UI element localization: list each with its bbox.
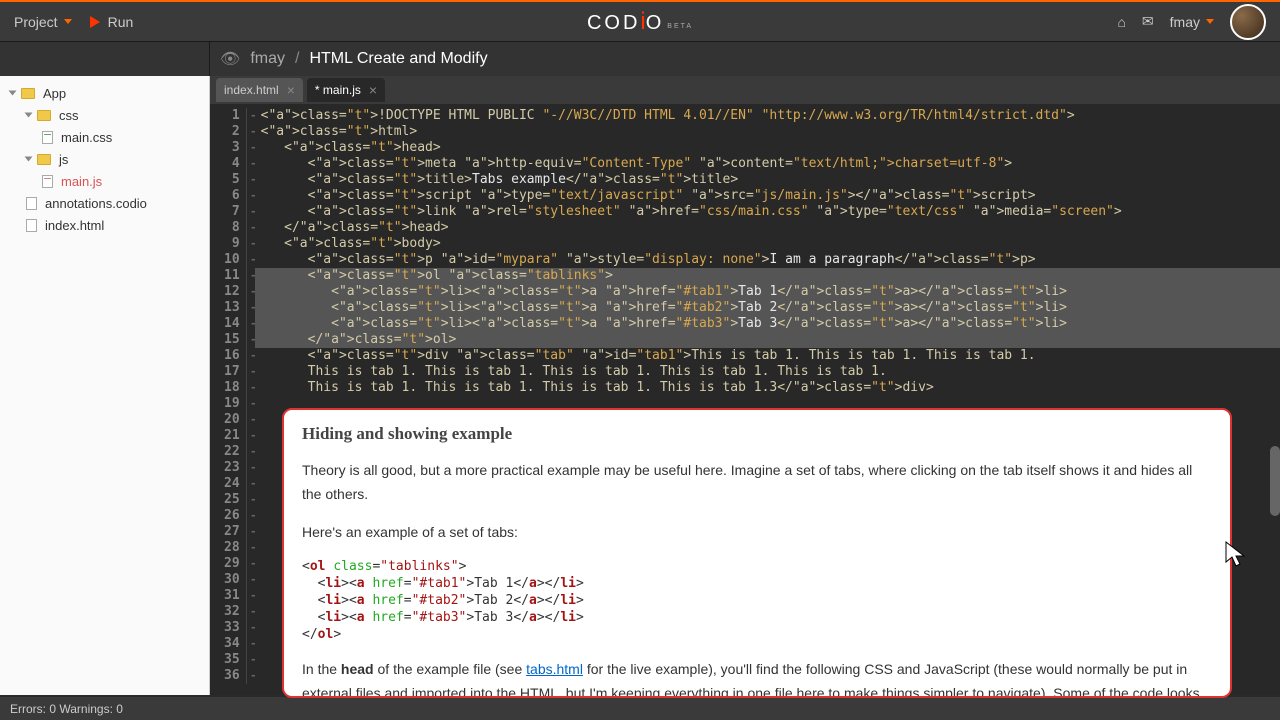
status-text: Errors: 0 Warnings: 0: [10, 702, 123, 716]
tree-folder-css[interactable]: css: [0, 104, 209, 126]
scrollbar[interactable]: [1268, 76, 1280, 695]
page-title: HTML Create and Modify: [309, 50, 487, 68]
file-tree: App css main.css js main.js annotations.…: [0, 76, 210, 695]
statusbar: Errors: 0 Warnings: 0: [0, 697, 1280, 720]
breadcrumb: 👁 fmay / HTML Create and Modify: [210, 49, 488, 69]
tree-folder-js[interactable]: js: [0, 148, 209, 170]
project-dropdown[interactable]: Project: [14, 14, 72, 30]
toolbar: 👁 fmay / HTML Create and Modify: [0, 42, 1280, 76]
tooltip-code: <ol class="tablinks"> <li><a href="#tab1…: [302, 558, 1212, 643]
tooltip-p3: In the head of the example file (see tab…: [302, 657, 1212, 698]
tab-mainjs[interactable]: * main.js×: [307, 78, 385, 102]
tooltip-p1: Theory is all good, but a more practical…: [302, 458, 1212, 506]
tabs-link[interactable]: tabs.html: [526, 661, 583, 677]
run-label: Run: [108, 14, 134, 30]
play-icon: [90, 16, 100, 28]
tooltip-p2: Here's an example of a set of tabs:: [302, 520, 1212, 544]
tree-folder-app[interactable]: App: [0, 82, 209, 104]
caret-down-icon: [64, 19, 72, 24]
scrollbar-thumb[interactable]: [1270, 446, 1280, 516]
tree-file-annotations[interactable]: annotations.codio: [0, 192, 209, 214]
tree-file-maincss[interactable]: main.css: [0, 126, 209, 148]
close-icon[interactable]: ×: [287, 83, 295, 97]
caret-down-icon: [1206, 19, 1214, 24]
cursor-icon: [1224, 540, 1248, 575]
gutter: 1234567891011121314151617181920212223242…: [210, 104, 255, 695]
eye-icon[interactable]: 👁: [220, 49, 240, 69]
run-button[interactable]: Run: [90, 14, 134, 30]
close-icon[interactable]: ×: [369, 83, 377, 97]
tab-indexhtml[interactable]: index.html×: [216, 78, 303, 102]
user-label: fmay: [1170, 14, 1200, 30]
annotation-tooltip: Hiding and showing example Theory is all…: [282, 408, 1232, 698]
tooltip-title: Hiding and showing example: [302, 424, 1212, 444]
tabs: index.html× * main.js×: [210, 76, 1280, 104]
tree-file-mainjs[interactable]: main.js: [0, 170, 209, 192]
home-icon[interactable]: ⌂: [1117, 14, 1125, 30]
mail-icon[interactable]: ✉: [1142, 13, 1154, 30]
project-label: Project: [14, 14, 58, 30]
avatar[interactable]: [1230, 4, 1266, 40]
logo: CODiOBETA: [587, 8, 693, 36]
user-dropdown[interactable]: fmay: [1170, 14, 1214, 30]
tree-file-indexhtml[interactable]: index.html: [0, 214, 209, 236]
topbar: Project Run CODiOBETA ⌂ ✉ fmay: [0, 2, 1280, 42]
breadcrumb-user[interactable]: fmay: [250, 50, 285, 68]
